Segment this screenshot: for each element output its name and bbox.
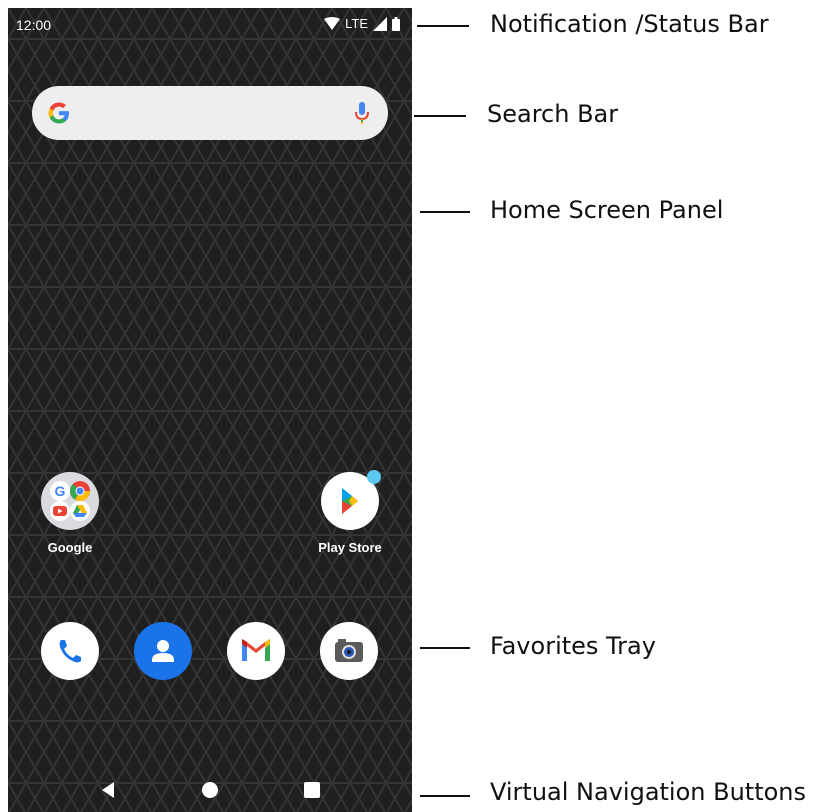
app-label-google: Google	[47, 540, 93, 555]
phone-icon[interactable]	[41, 622, 99, 680]
contacts-icon[interactable]	[134, 622, 192, 680]
search-bar-annotation: Search Bar	[487, 100, 619, 128]
status-bar[interactable]: 12:00 LTE	[8, 8, 412, 42]
google-g-icon[interactable]	[46, 100, 72, 126]
home-icon[interactable]	[200, 780, 220, 800]
google-folder-icon: G	[41, 472, 99, 530]
phone-screen: 12:00 LTE G Google Play Store	[8, 8, 412, 812]
signal-icon	[373, 16, 387, 31]
home-panel-annotation: Home Screen Panel	[490, 196, 724, 224]
favorites-tray-leader	[420, 647, 470, 649]
network-type: LTE	[345, 16, 368, 31]
status-bar-annotation: Notification /Status Bar	[490, 10, 769, 38]
gmail-glyph	[242, 639, 270, 661]
home-panel-leader	[420, 211, 470, 213]
gmail-icon[interactable]	[227, 622, 285, 680]
status-icons: LTE	[324, 16, 400, 31]
folder-contents: G	[50, 481, 91, 521]
play-store-icon	[321, 470, 381, 530]
search-bar-leader	[414, 115, 466, 117]
camera-glyph	[335, 639, 363, 662]
wifi-icon	[324, 17, 341, 30]
navigation-bar	[8, 768, 412, 812]
contacts-glyph	[152, 640, 174, 662]
phone-glyph	[59, 640, 81, 663]
recents-icon[interactable]	[302, 780, 322, 800]
camera-icon[interactable]	[320, 622, 378, 680]
notification-dot	[367, 470, 381, 484]
back-icon[interactable]	[98, 780, 118, 800]
battery-icon	[392, 16, 400, 31]
status-bar-leader	[417, 25, 469, 27]
status-time: 12:00	[16, 17, 52, 33]
play-store-app[interactable]: Play Store	[310, 470, 390, 555]
nav-buttons-leader	[420, 795, 470, 797]
microphone-icon[interactable]	[354, 100, 370, 126]
google-folder[interactable]: G Google	[30, 472, 110, 555]
nav-buttons-annotation: Virtual Navigation Buttons	[490, 778, 807, 806]
search-bar[interactable]	[32, 86, 388, 140]
app-label-play-store: Play Store	[318, 540, 382, 555]
favorites-tray-annotation: Favorites Tray	[490, 632, 656, 660]
svg-text:G: G	[55, 483, 66, 499]
